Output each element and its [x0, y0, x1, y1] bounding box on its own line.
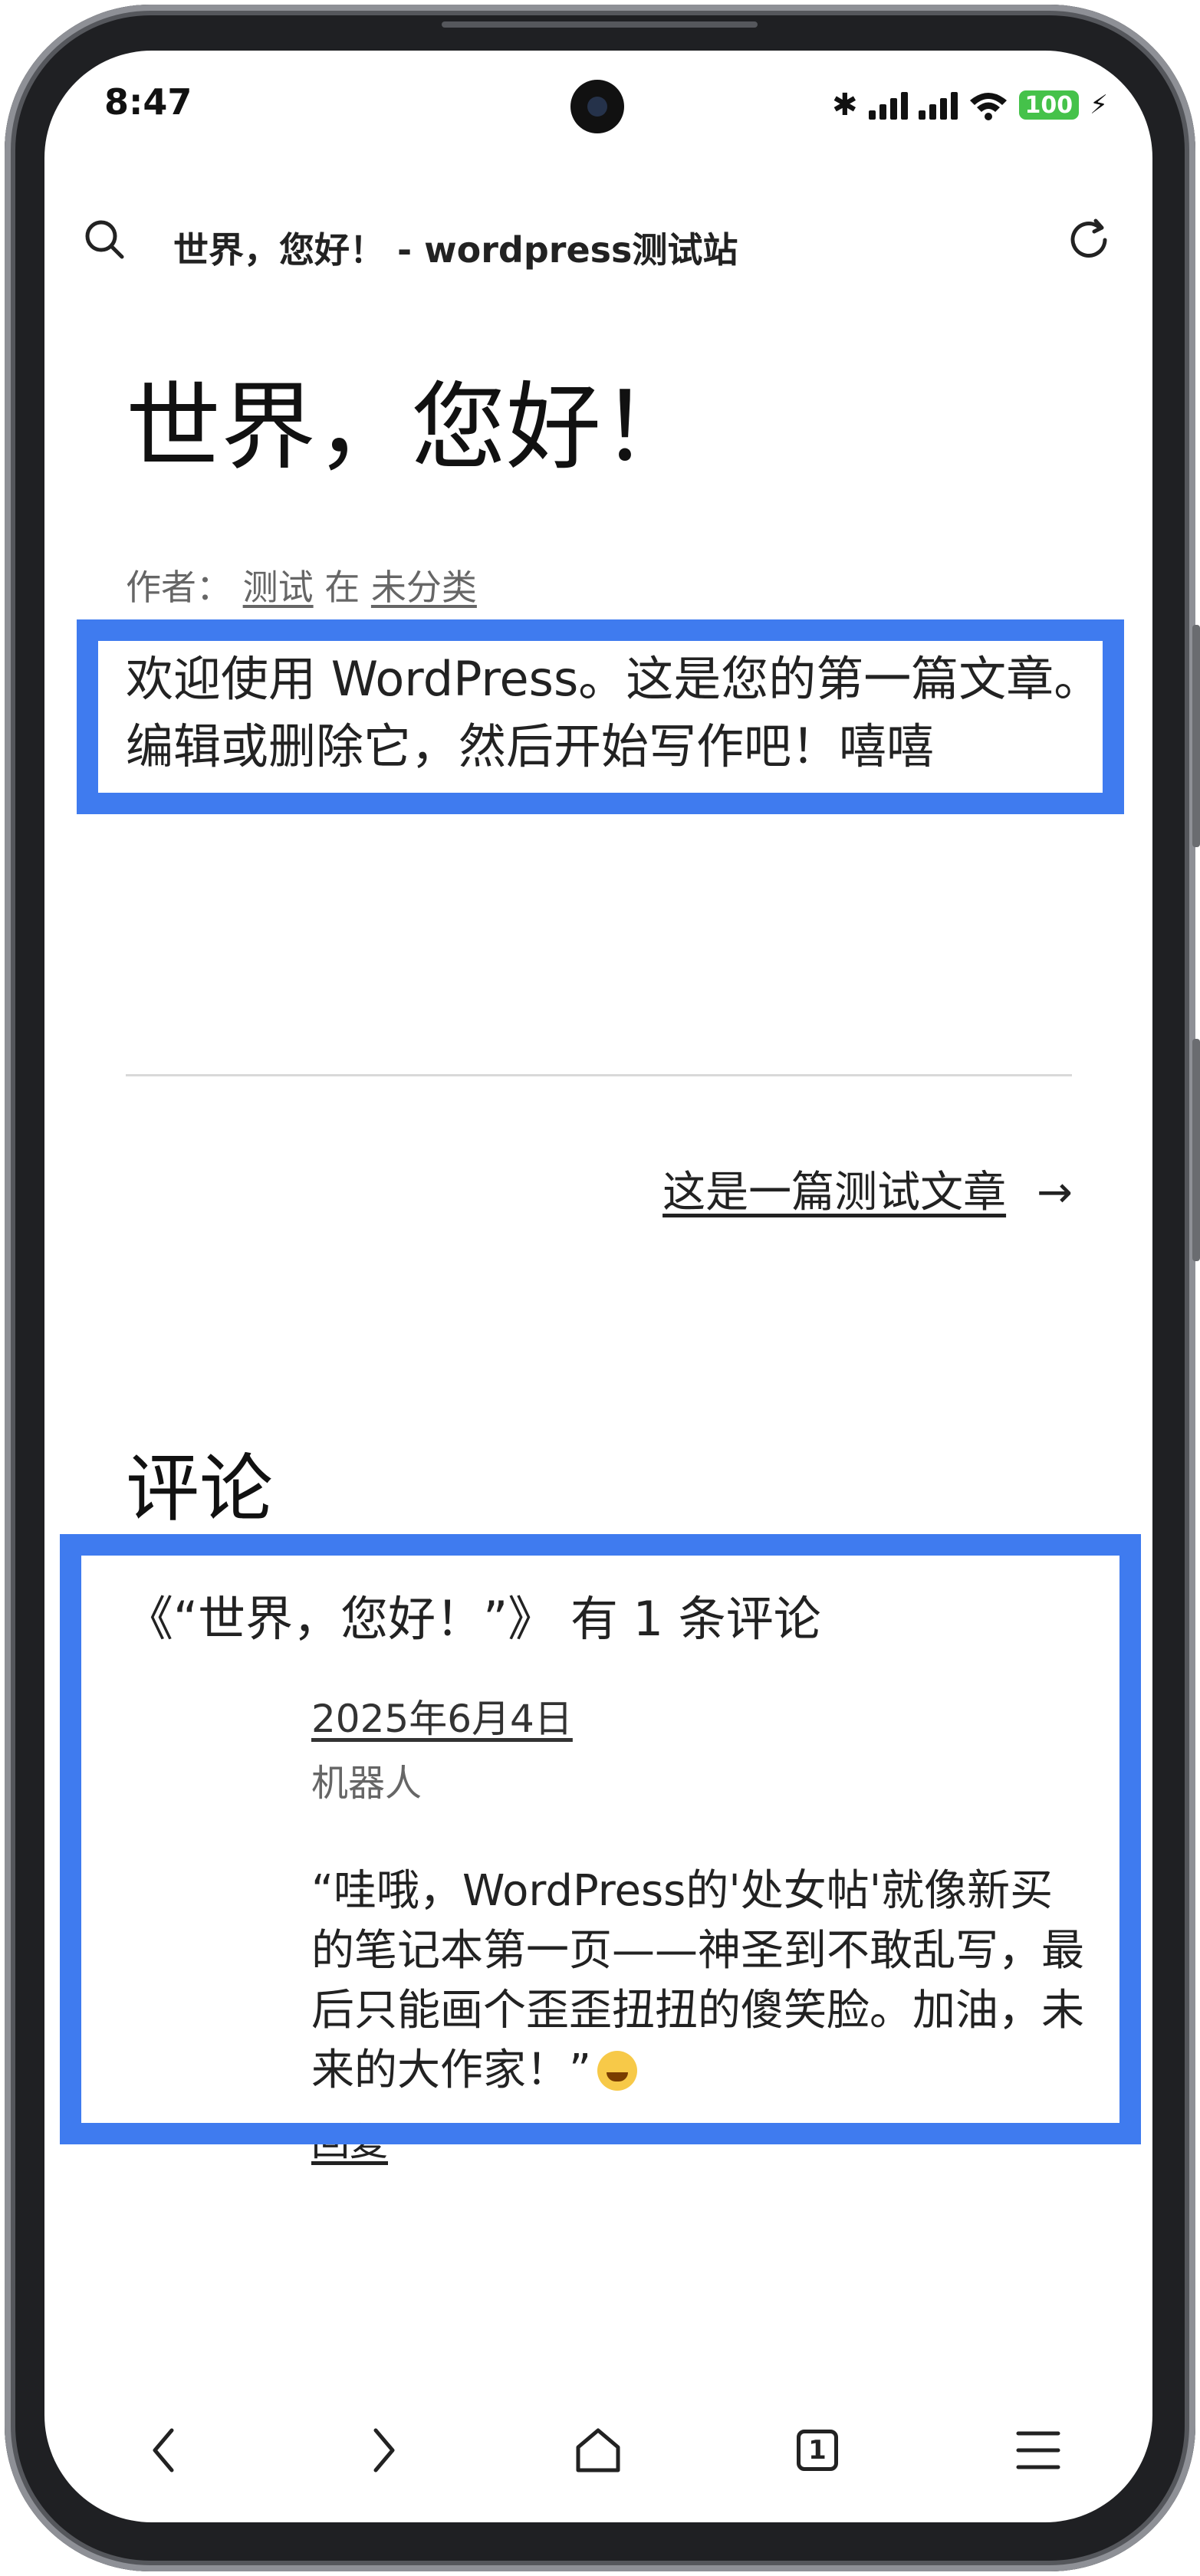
- signal-icon: [918, 90, 958, 120]
- divider: [126, 1074, 1072, 1076]
- home-icon: [576, 2428, 620, 2472]
- screen: 8:47 ✱ 100 ⚡ 世界，您好！ - wordpress测试站 世界，您好…: [44, 51, 1152, 2522]
- tabs-button[interactable]: 1: [787, 2420, 848, 2481]
- forward-icon: [373, 2428, 395, 2472]
- status-bar: 8:47 ✱ 100 ⚡: [44, 51, 1152, 158]
- highlight-box-comment: [60, 1534, 1141, 2144]
- meta-in: 在: [324, 567, 360, 608]
- next-post-label[interactable]: 这是一篇测试文章: [662, 1168, 1006, 1217]
- page-title-bar[interactable]: 世界，您好！ - wordpress测试站: [173, 222, 738, 273]
- arrow-right-icon: →: [1037, 1168, 1073, 1217]
- author-link[interactable]: 测试: [243, 567, 314, 608]
- charging-icon: ⚡: [1090, 90, 1108, 120]
- menu-icon: [1016, 2431, 1060, 2469]
- search-icon[interactable]: [84, 219, 124, 259]
- signal-icon: [868, 90, 908, 120]
- bluetooth-icon: ✱: [831, 87, 858, 123]
- power-button: [1192, 1039, 1200, 1261]
- phone-frame: 8:47 ✱ 100 ⚡ 世界，您好！ - wordpress测试站 世界，您好…: [0, 0, 1200, 2576]
- back-button[interactable]: [133, 2420, 195, 2481]
- highlight-box-post: [77, 619, 1124, 814]
- back-icon: [153, 2428, 174, 2472]
- category-link[interactable]: 未分类: [371, 567, 477, 608]
- next-post-link[interactable]: 这是一篇测试文章 →: [662, 1158, 1073, 1220]
- front-camera: [570, 80, 624, 133]
- post-title: 世界，您好！: [126, 373, 697, 483]
- comments-heading: 评论: [126, 1446, 273, 1532]
- speaker-slot: [442, 21, 758, 28]
- status-time: 8:47: [104, 81, 192, 123]
- battery-icon: 100: [1018, 90, 1080, 120]
- reload-icon[interactable]: [1065, 216, 1113, 264]
- meta-prefix: 作者：: [126, 567, 232, 608]
- forward-button[interactable]: [353, 2420, 414, 2481]
- volume-button: [1192, 625, 1200, 847]
- browser-toolbar: 世界，您好！ - wordpress测试站: [44, 189, 1152, 281]
- tabs-icon: 1: [797, 2430, 838, 2471]
- wifi-icon: [969, 93, 1007, 120]
- bottom-nav: 1: [44, 2397, 1152, 2504]
- home-button[interactable]: [567, 2420, 629, 2481]
- menu-button[interactable]: [1008, 2420, 1069, 2481]
- system-icons: ✱ 100 ⚡: [832, 87, 1108, 123]
- post-meta: 作者： 测试 在 未分类: [126, 560, 477, 610]
